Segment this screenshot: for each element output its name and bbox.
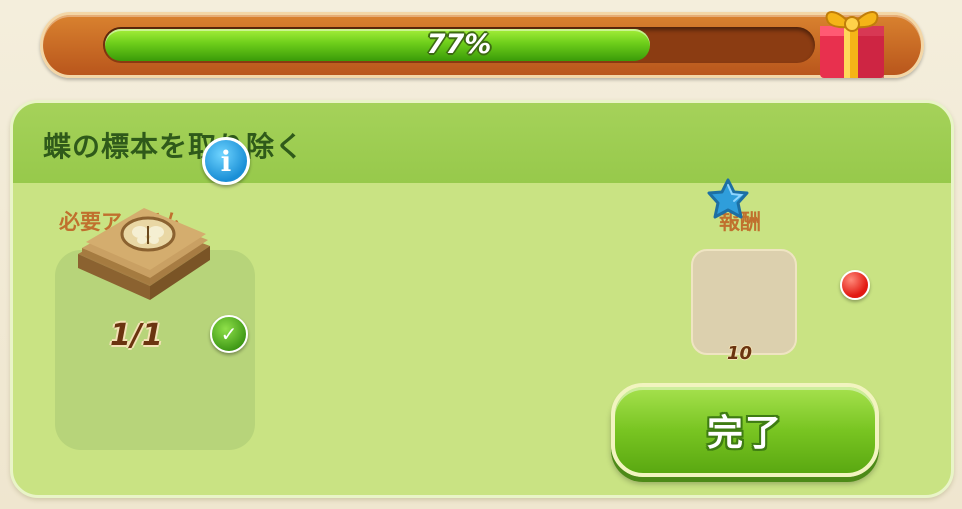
task-screen: 77% 蝶の標本を取り除く 必要アイテム 報酬 10 完了 [0, 0, 962, 509]
required-item-count: 1/1 [110, 318, 163, 353]
info-button[interactable]: i [202, 137, 250, 185]
task-title: 蝶の標本を取り除く [43, 130, 305, 163]
progress-percent: 77% [426, 29, 492, 60]
complete-button[interactable]: 完了 [611, 383, 879, 477]
info-icon: i [220, 144, 232, 178]
reward-amount: 10 [727, 343, 753, 364]
reward-card [691, 249, 797, 355]
gift-box-icon[interactable] [812, 0, 892, 82]
panel-header: 蝶の標本を取り除く [13, 103, 951, 183]
blue-star-icon [707, 178, 749, 219]
notification-dot [840, 270, 870, 300]
progress-bar-frame: 77% [40, 12, 924, 78]
complete-button-label: 完了 [706, 413, 783, 454]
checkmark-icon: ✓ [210, 315, 248, 353]
butterfly-specimen-icon [78, 208, 210, 300]
